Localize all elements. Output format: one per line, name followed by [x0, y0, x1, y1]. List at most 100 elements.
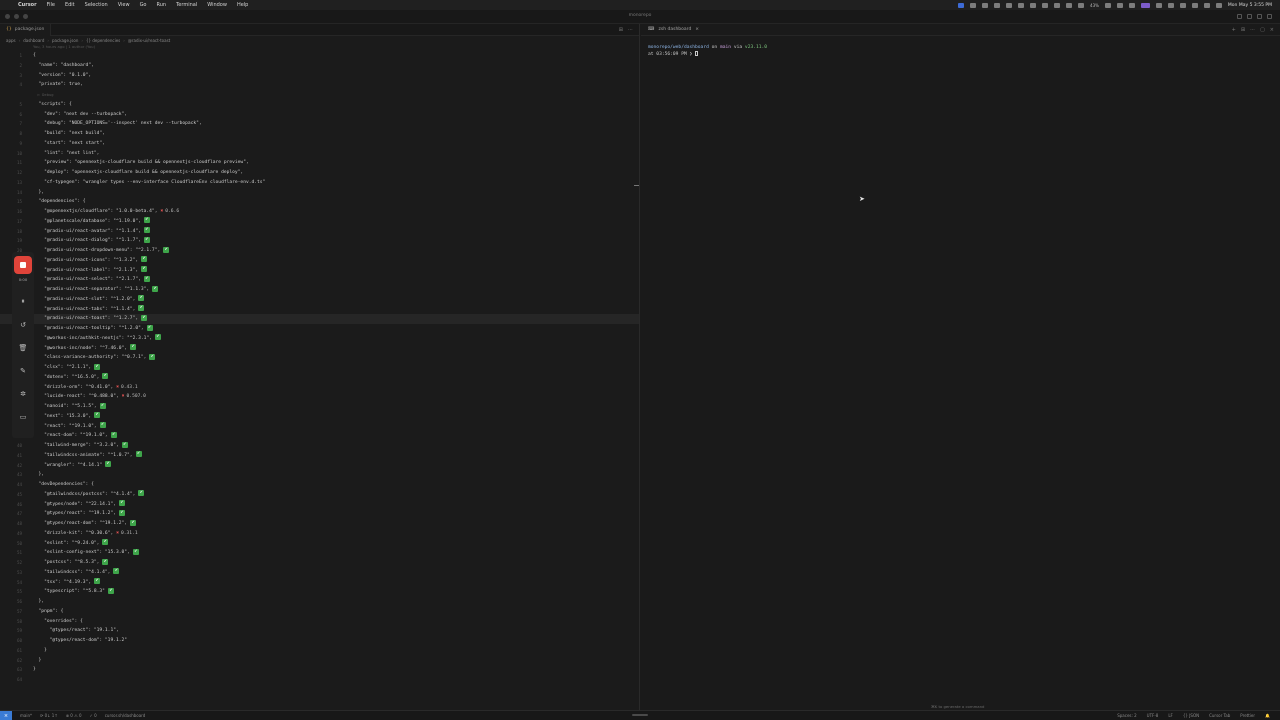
code-line[interactable]: 30 "@workos-inc/node": "^7.46.0",✔	[0, 344, 639, 354]
menu-file[interactable]: File	[47, 2, 55, 8]
code-line[interactable]: 2 "name": "dashboard",	[0, 61, 639, 71]
status-sync[interactable]: ⟳ 0↓ 1↑	[40, 713, 58, 718]
close-tab-icon[interactable]: ×	[695, 27, 699, 32]
code-line[interactable]: 23 "@radix-ui/react-select": "^2.1.7",✔	[0, 275, 639, 285]
code-line[interactable]: 5 "scripts": {	[0, 100, 639, 110]
status-checks[interactable]: ✓ 0	[90, 713, 97, 718]
code-line[interactable]: 48 "@types/react-dom": "^19.1.2", ✔	[0, 519, 639, 529]
stop-recording-button[interactable]	[14, 256, 32, 274]
menubar-clock[interactable]: Mon May 5 3:55 PM	[1228, 3, 1272, 8]
tray-app-icon[interactable]	[1116, 2, 1123, 8]
tray-app-icon[interactable]	[1054, 2, 1061, 8]
code-line[interactable]: 24 "@radix-ui/react-separator": "^1.1.3"…	[0, 285, 639, 295]
status-problems[interactable]: ⊗ 0 ⚠ 0	[66, 713, 82, 718]
code-line[interactable]: 45 "@tailwindcss/postcss": "^4.1.4", ✔	[0, 490, 639, 500]
control-center-icon[interactable]	[1215, 2, 1222, 8]
code-line[interactable]: ▷ Debug	[0, 90, 639, 100]
panel-resize-handle[interactable]	[632, 714, 648, 716]
code-line[interactable]: 17 "@planetscale/database": "^1.19.0", ✔	[0, 217, 639, 227]
more-actions-icon[interactable]: ⋯	[1250, 27, 1255, 33]
code-line[interactable]: 52 "postcss": "^8.5.3", ✔	[0, 558, 639, 568]
status-language[interactable]: {} JSON	[1183, 713, 1199, 718]
breadcrumb-item[interactable]: {} dependencies	[86, 38, 120, 43]
breadcrumb-item[interactable]: dashboard	[23, 38, 44, 43]
code-line[interactable]: 50 "eslint": "^9.24.0", ✔	[0, 539, 639, 549]
tray-app-icon[interactable]	[1042, 2, 1049, 8]
code-line[interactable]: 6 "dev": "next dev --turbopack",	[0, 110, 639, 120]
menu-go[interactable]: Go	[140, 2, 147, 8]
tray-app-icon[interactable]	[994, 2, 1001, 8]
menu-terminal[interactable]: Terminal	[176, 2, 197, 8]
terminal-output[interactable]: monorepo/web/dashboard on main via v23.1…	[641, 36, 1280, 66]
split-editor-icon[interactable]: ⊞	[619, 27, 623, 33]
code-line[interactable]: 39 "react-dom": "^19.1.0",✔	[0, 431, 639, 441]
code-line[interactable]: 61 }	[0, 646, 639, 656]
pause-icon[interactable]: ⏸	[12, 290, 34, 313]
breadcrumb-item[interactable]: @radix-ui/react-toast	[128, 38, 170, 43]
tray-app-icon[interactable]	[1066, 2, 1073, 8]
code-line[interactable]: 12 "deploy": "opennextjs-cloudflare buil…	[0, 168, 639, 178]
code-line[interactable]: 53 "tailwindcss": "^4.1.4", ✔	[0, 568, 639, 578]
tab-terminal-zsh[interactable]: ⌨ zsh dashboard ×	[641, 24, 706, 36]
wifi-icon[interactable]	[1191, 2, 1198, 8]
code-line[interactable]: 33 "dotenv": "^16.5.0",✔	[0, 373, 639, 383]
menu-help[interactable]: Help	[237, 2, 248, 8]
toggle-secondary-sidebar-icon[interactable]	[1257, 14, 1262, 19]
trash-icon[interactable]: 🗑	[12, 336, 34, 359]
code-line[interactable]: 11 "preview": "opennextjs-cloudflare bui…	[0, 158, 639, 168]
status-indent[interactable]: Spaces: 2	[1117, 713, 1136, 718]
code-line[interactable]: 38 "react": "^19.1.0",✔	[0, 422, 639, 432]
menu-view[interactable]: View	[118, 2, 130, 8]
code-line[interactable]: 15 "dependencies": {	[0, 197, 639, 207]
menu-edit[interactable]: Edit	[65, 2, 75, 8]
code-line[interactable]: 21 "@radix-ui/react-icons": "^1.3.2",✔	[0, 256, 639, 266]
camera-icon[interactable]: ▭	[12, 405, 34, 428]
code-line[interactable]: 44 "devDependencies": {	[0, 480, 639, 490]
toggle-panel-icon[interactable]	[1247, 14, 1252, 19]
code-line[interactable]: 58 "overrides": {	[0, 617, 639, 627]
code-line[interactable]: 41 "tailwindcss-animate": "^1.0.7", ✔	[0, 451, 639, 461]
pen-icon[interactable]: ✎	[12, 359, 34, 382]
code-line[interactable]: 35 "lucide-react": "^0.488.0",✖0.507.0	[0, 392, 639, 402]
code-line[interactable]: 46 "@types/node": "^22.14.1", ✔	[0, 500, 639, 510]
code-line[interactable]: 37 "next": "15.3.0",✔	[0, 412, 639, 422]
battery-icon[interactable]	[1104, 2, 1111, 8]
more-actions-icon[interactable]: ⋯	[628, 27, 633, 33]
code-line[interactable]: 1{	[0, 51, 639, 61]
tray-app-icon[interactable]	[1078, 2, 1085, 8]
code-line[interactable]: 32 "clsx": "^2.1.1",✔	[0, 363, 639, 373]
effects-icon[interactable]: ✲	[12, 382, 34, 405]
code-line[interactable]: 4 "private": true,	[0, 80, 639, 90]
remote-indicator[interactable]: ⨯	[0, 710, 12, 720]
new-terminal-icon[interactable]: +	[1232, 27, 1236, 33]
code-line[interactable]: 57 "pnpm": {	[0, 607, 639, 617]
tab-package-json[interactable]: {} package.json	[0, 23, 52, 36]
code-line[interactable]: 16 "@opennextjs/cloudflare": "1.0.0-beta…	[0, 207, 639, 217]
customize-layout-icon[interactable]	[1267, 14, 1272, 19]
tray-app-icon[interactable]	[1155, 2, 1162, 8]
code-line[interactable]: 36 "nanoid": "^5.1.5",✔	[0, 402, 639, 412]
menu-window[interactable]: Window	[207, 2, 227, 8]
code-line[interactable]: 56 },	[0, 597, 639, 607]
code-line[interactable]: 63}	[0, 665, 639, 675]
code-line[interactable]: 28 "@radix-ui/react-tooltip": "^1.2.0",✔	[0, 324, 639, 334]
code-line[interactable]: 49 "drizzle-kit": "^0.30.6", ✖ 0.31.1	[0, 529, 639, 539]
code-line[interactable]: 43 },	[0, 470, 639, 480]
code-line[interactable]: 13 "cf-typegen": "wrangler types --env-i…	[0, 178, 639, 188]
status-cursor-tab[interactable]: Cursor Tab	[1209, 713, 1230, 718]
status-branch[interactable]: main*	[20, 713, 32, 718]
status-prettier[interactable]: Prettier	[1240, 713, 1255, 718]
menu-selection[interactable]: Selection	[85, 2, 108, 8]
code-line[interactable]: 40 "tailwind-merge": "^3.2.0", ✔	[0, 441, 639, 451]
split-terminal-icon[interactable]: ⊞	[1241, 27, 1245, 33]
code-line[interactable]: 55 "typescript": "^5.8.3" ✔	[0, 587, 639, 597]
maximize-panel-icon[interactable]: ▢	[1260, 27, 1265, 33]
code-line[interactable]: 64	[0, 675, 639, 685]
code-line[interactable]: 20 "@radix-ui/react-dropdown-menu": "^2.…	[0, 246, 639, 256]
tray-app-icon[interactable]	[1179, 2, 1186, 8]
code-line[interactable]: 3 "version": "0.1.0",	[0, 71, 639, 81]
restart-icon[interactable]: ↺	[12, 313, 34, 336]
code-line[interactable]: 10 "lint": "next lint",	[0, 149, 639, 159]
code-line[interactable]: 14 },	[0, 188, 639, 198]
status-encoding[interactable]: UTF-8	[1147, 713, 1159, 718]
